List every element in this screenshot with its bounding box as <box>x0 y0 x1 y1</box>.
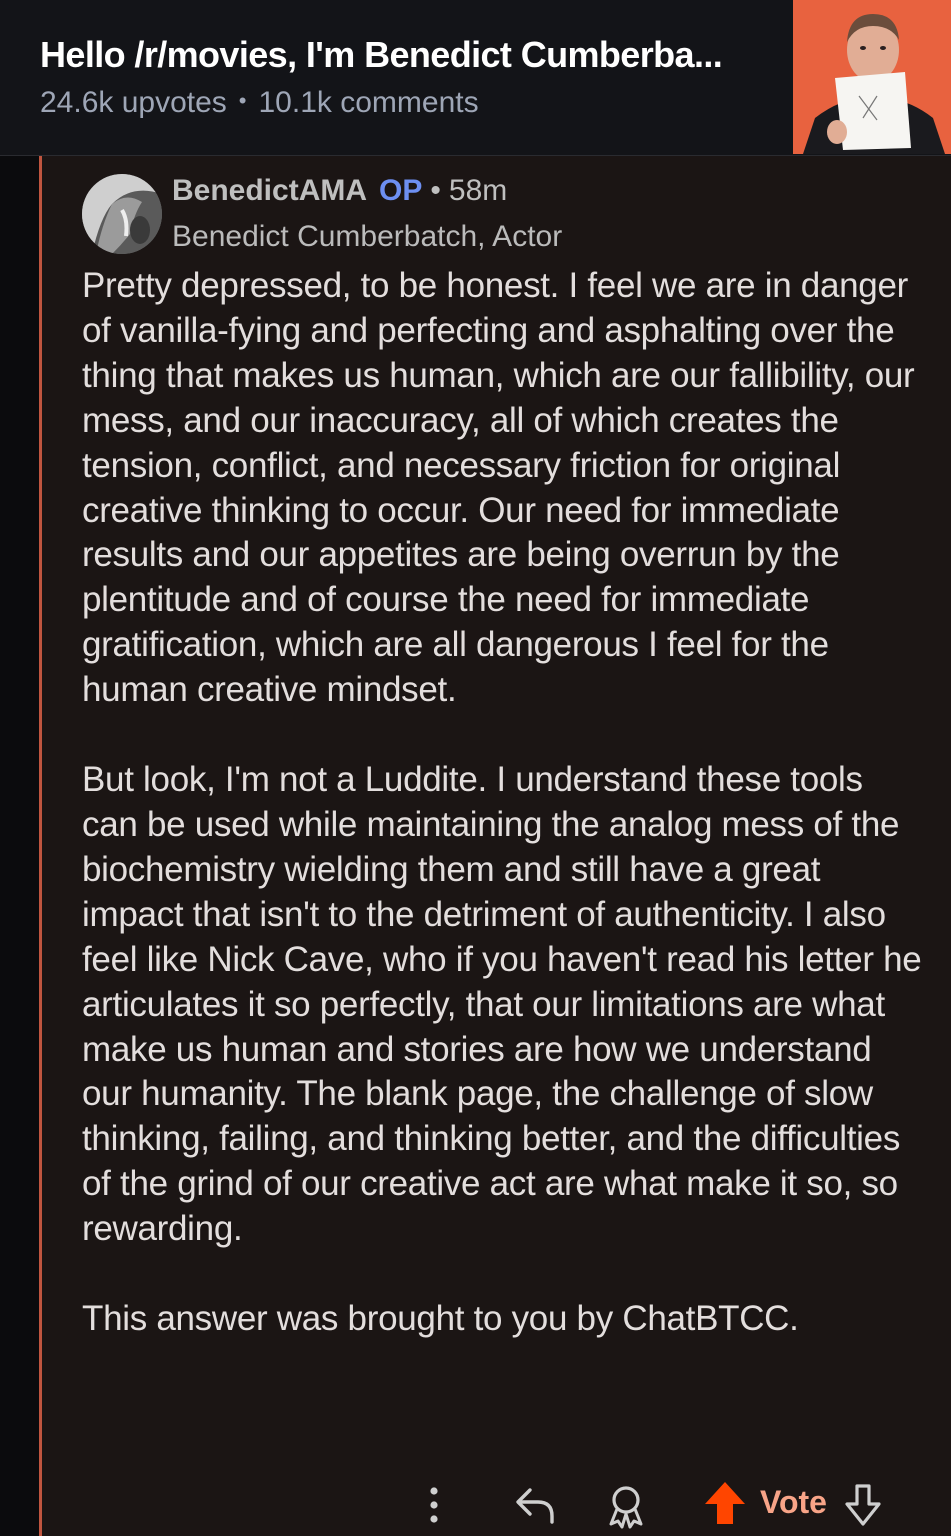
downvote-button[interactable] <box>840 1480 886 1530</box>
more-options-button[interactable] <box>414 1480 454 1530</box>
thread-gutter <box>0 156 39 1536</box>
upvote-count: 24.6k upvotes <box>40 86 227 119</box>
comment-count[interactable]: 10.1k comments <box>259 86 479 119</box>
thread-collapse-line[interactable] <box>39 156 42 1536</box>
award-icon <box>609 1486 643 1529</box>
op-badge: OP <box>379 174 423 207</box>
avatar-image <box>82 174 162 254</box>
meta-separator: • <box>238 88 247 113</box>
award-button[interactable] <box>602 1480 650 1530</box>
downvote-arrow-icon <box>845 1484 881 1526</box>
post-thumbnail-photo <box>793 0 951 154</box>
comment-thread: BenedictAMA OP • 58m Benedict Cumberbatch, … <box>0 156 951 1536</box>
comment-action-bar: Vote <box>0 1474 951 1534</box>
post-thumbnail[interactable] <box>793 0 951 154</box>
upvote-button[interactable] <box>702 1478 748 1530</box>
post-title[interactable]: Hello /r/movies, I'm Benedict Cumberba..… <box>40 34 760 76</box>
comment-paragraph: Pretty depressed, to be honest. I feel w… <box>82 266 915 710</box>
vote-label: Vote <box>760 1484 827 1520</box>
comment-age: 58m <box>448 174 508 207</box>
comment-body: Pretty depressed, to be honest. I feel w… <box>82 264 922 1342</box>
post-meta: 24.6k upvotes • 10.1k comments <box>40 86 479 120</box>
comment-author-line: BenedictAMA OP • 58m <box>172 174 507 208</box>
upvote-arrow-icon <box>705 1482 745 1524</box>
reply-icon <box>516 1488 554 1524</box>
reply-button[interactable] <box>512 1480 560 1530</box>
comment-paragraph: But look, I'm not a Luddite. I understan… <box>82 760 922 1249</box>
comment-author[interactable]: BenedictAMA <box>172 174 367 207</box>
comment-paragraph: This answer was brought to you by ChatBT… <box>82 1299 799 1339</box>
avatar[interactable] <box>82 174 162 254</box>
more-vertical-icon <box>430 1487 438 1523</box>
author-separator: • <box>430 174 441 207</box>
user-flair: Benedict Cumberbatch, Actor <box>172 220 563 253</box>
post-header: Hello /r/movies, I'm Benedict Cumberba..… <box>0 0 951 156</box>
